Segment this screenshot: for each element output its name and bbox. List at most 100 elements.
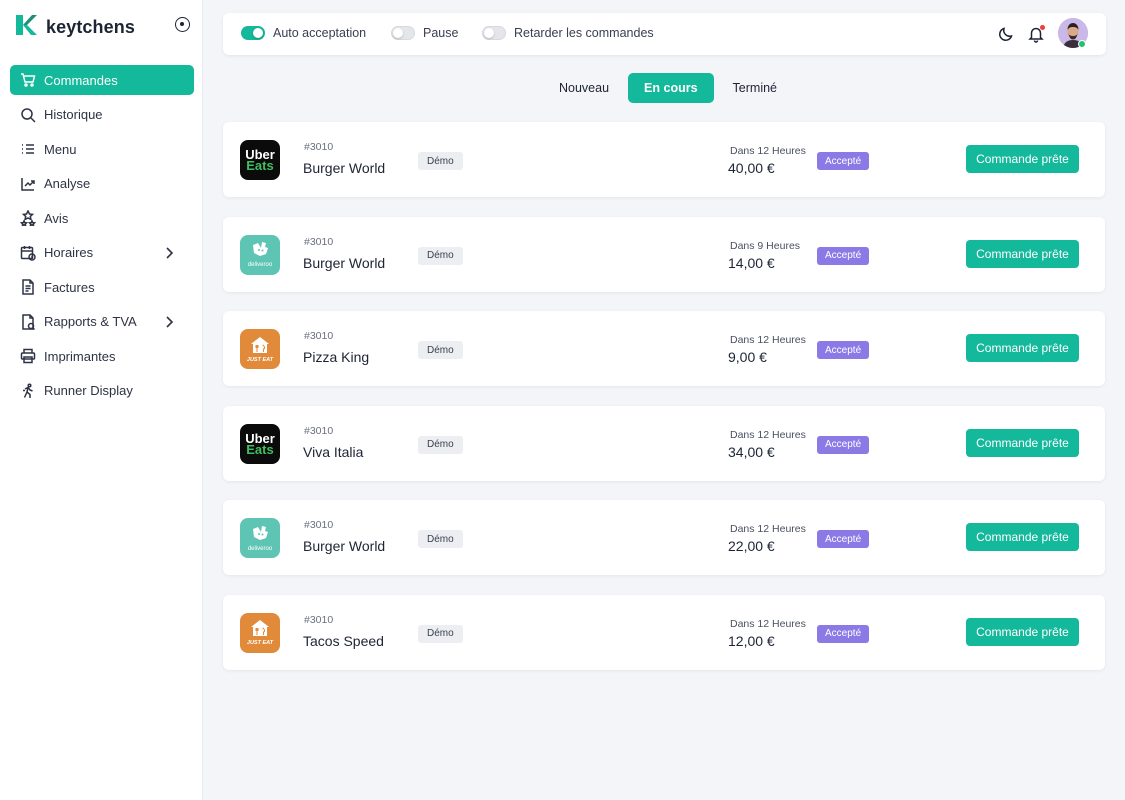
order-ready-button[interactable]: Commande prête	[966, 428, 1079, 457]
sidebar-item-label: Historique	[44, 107, 103, 122]
order-ready-button[interactable]: Commande prête	[966, 617, 1079, 646]
order-ready-button[interactable]: Commande prête	[966, 145, 1079, 173]
orders-list: Uber Eats #3010 Burger World Démo Dans 1…	[223, 122, 1105, 690]
order-eta: Dans 12 Heures	[730, 334, 806, 347]
demo-badge: Démo	[418, 152, 463, 170]
brand[interactable]: keytchens	[13, 12, 135, 43]
sidebar-item-horaires[interactable]: Horaires	[10, 238, 194, 268]
sidebar-collapse-icon[interactable]	[175, 17, 190, 32]
sidebar-item-label: Commandes	[44, 72, 118, 88]
runner-icon	[19, 382, 37, 400]
order-ready-button[interactable]: Commande prête	[966, 239, 1079, 268]
sidebar-item-analyse[interactable]: Analyse	[10, 169, 194, 199]
sidebar-item-avis[interactable]: Avis	[10, 203, 194, 233]
status-badge: Accepté	[817, 246, 870, 265]
demo-badge: Démo	[418, 341, 463, 360]
logo-text: deliveroo	[247, 262, 273, 269]
order-eta: Dans 9 Heures	[730, 239, 801, 252]
notification-bell-icon[interactable]	[1027, 25, 1045, 43]
order-eta: Dans 12 Heures	[730, 428, 806, 441]
report-icon	[19, 313, 37, 331]
restaurant-name: Burger World	[303, 254, 386, 271]
order-ready-button[interactable]: Commande prête	[966, 334, 1079, 363]
order-card[interactable]: Uber Eats #3010 Burger World Démo Dans 1…	[223, 122, 1105, 197]
calendar-clock-icon	[19, 244, 37, 262]
order-price: 14,00 €	[728, 254, 775, 271]
demo-badge: Démo	[418, 435, 463, 454]
sidebar-item-label: Runner Display	[44, 383, 133, 398]
order-card[interactable]: JUST EAT #3010 Tacos Speed Démo Dans 12 …	[223, 594, 1105, 670]
restaurant-name: Viva Italia	[303, 443, 364, 460]
sidebar-item-label: Avis	[44, 210, 69, 226]
sidebar-item-rapports-tva[interactable]: Rapports & TVA	[10, 307, 194, 337]
order-status-tabs: Nouveau En cours Terminé	[547, 73, 789, 103]
order-number: #3010	[304, 424, 334, 437]
chevron-right-icon	[162, 246, 176, 260]
order-number: #3010	[304, 330, 334, 343]
status-badge: Accepté	[817, 341, 870, 360]
dark-mode-moon-icon[interactable]	[997, 25, 1015, 43]
tab-nouveau[interactable]: Nouveau	[547, 73, 621, 103]
status-badge: Accepté	[817, 152, 870, 170]
just-eat-logo-icon: JUST EAT	[240, 612, 280, 653]
pause-toggle[interactable]: Pause	[391, 26, 458, 40]
sidebar-item-commandes[interactable]: Commandes	[10, 65, 194, 95]
sidebar-item-label: Analyse	[44, 176, 91, 191]
sidebar-item-imprimantes[interactable]: Imprimantes	[10, 341, 194, 371]
order-price: 12,00 €	[728, 632, 775, 649]
sidebar-item-label: Imprimantes	[44, 348, 116, 364]
sidebar-item-factures[interactable]: Factures	[10, 272, 194, 302]
order-number: #3010	[304, 141, 334, 153]
cart-icon	[19, 71, 37, 89]
demo-badge: Démo	[418, 246, 463, 265]
tab-en-cours[interactable]: En cours	[628, 73, 714, 103]
restaurant-name: Burger World	[303, 160, 386, 176]
sidebar-item-historique[interactable]: Historique	[10, 100, 194, 130]
sidebar-item-runner-display[interactable]: Runner Display	[10, 376, 194, 406]
brand-name: keytchens	[46, 17, 135, 37]
toggle-switch[interactable]	[241, 26, 265, 40]
list-icon	[19, 140, 37, 158]
top-bar: Auto acceptation Pause Retarder les comm…	[223, 13, 1106, 55]
toggle-switch[interactable]	[482, 26, 506, 40]
order-card[interactable]: JUST EAT #3010 Pizza King Démo Dans 12 H…	[223, 311, 1105, 387]
order-card[interactable]: Uber Eats #3010 Viva Italia Démo Dans 12…	[223, 405, 1105, 481]
restaurant-name: Tacos Speed	[303, 632, 384, 649]
deliveroo-logo-icon: deliveroo	[240, 518, 280, 559]
auto-acceptation-toggle[interactable]: Auto acceptation	[241, 26, 366, 40]
sidebar-nav: Commandes Historique Menu Analyse Avis H…	[10, 65, 194, 410]
sidebar-item-menu[interactable]: Menu	[10, 134, 194, 164]
just-eat-logo-icon: JUST EAT	[240, 329, 280, 370]
order-card[interactable]: deliveroo #3010 Burger World Démo Dans 9…	[223, 216, 1105, 292]
order-number: #3010	[304, 519, 334, 532]
search-icon	[19, 106, 37, 124]
demo-badge: Démo	[418, 530, 463, 549]
uber-eats-logo-icon: Uber Eats	[240, 423, 280, 464]
demo-badge: Démo	[418, 624, 463, 643]
status-badge: Accepté	[817, 530, 870, 549]
order-number: #3010	[304, 235, 334, 248]
keytchens-logo-icon	[13, 12, 39, 43]
toggle-label: Auto acceptation	[273, 26, 367, 40]
status-badge: Accepté	[817, 435, 870, 454]
logo-text: JUST EAT	[246, 356, 274, 363]
order-eta: Dans 12 Heures	[730, 617, 806, 630]
order-eta: Dans 12 Heures	[730, 523, 806, 536]
logo-text: Eats	[246, 158, 274, 173]
stars-icon	[19, 209, 37, 227]
tab-termine[interactable]: Terminé	[721, 73, 789, 103]
retarder-commandes-toggle[interactable]: Retarder les commandes	[482, 26, 654, 40]
order-price: 22,00 €	[728, 538, 775, 555]
sidebar-item-label: Rapports & TVA	[44, 314, 137, 329]
order-card[interactable]: deliveroo #3010 Burger World Démo Dans 1…	[223, 500, 1105, 576]
order-eta: Dans 12 Heures	[730, 145, 806, 157]
restaurant-name: Burger World	[303, 538, 386, 555]
toggle-label: Retarder les commandes	[514, 26, 654, 40]
toggle-switch[interactable]	[391, 26, 415, 40]
order-price: 9,00 €	[728, 349, 767, 366]
logo-text: Eats	[246, 441, 274, 457]
online-status-dot	[1078, 40, 1086, 48]
uber-eats-logo-icon: Uber Eats	[240, 140, 280, 180]
chevron-right-icon	[162, 315, 176, 329]
order-ready-button[interactable]: Commande prête	[966, 523, 1079, 552]
